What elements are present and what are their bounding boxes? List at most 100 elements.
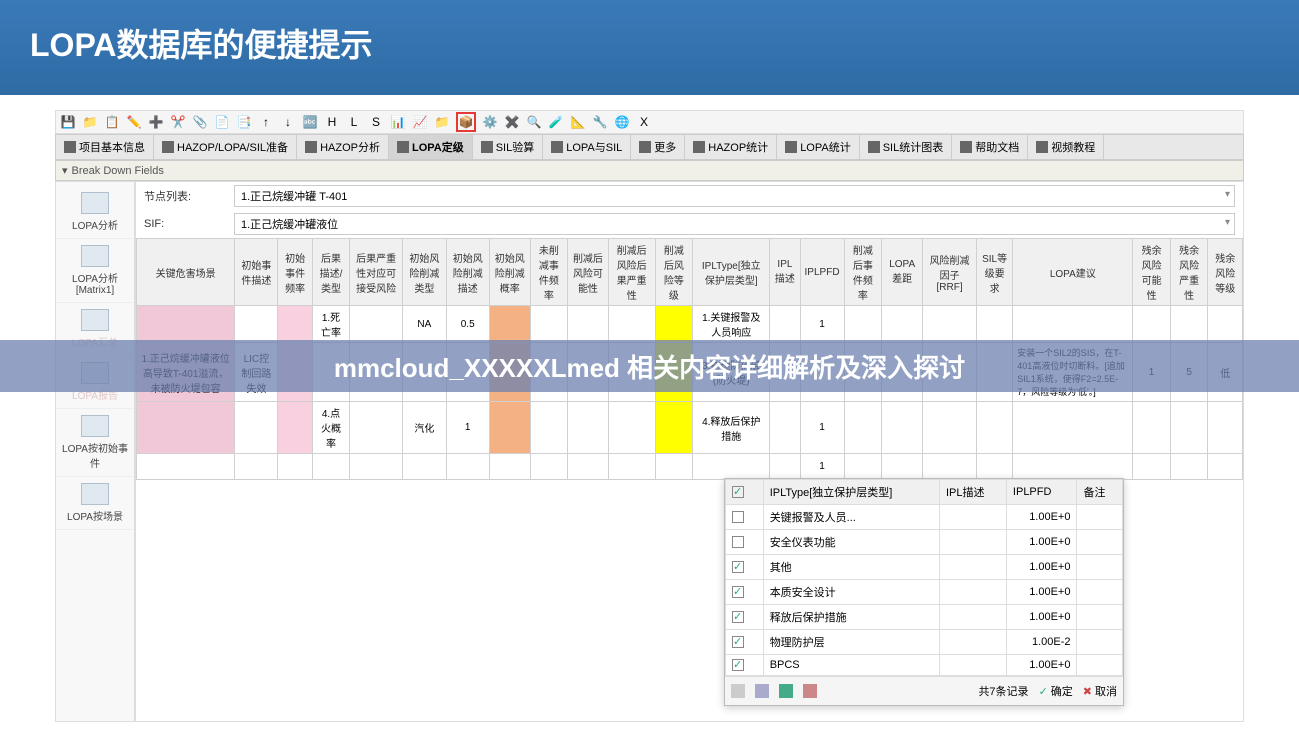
col-header[interactable]: 残余风险严重性 xyxy=(1170,239,1208,306)
cell[interactable] xyxy=(1013,402,1133,454)
sidebar-item[interactable]: LOPA按初始事件 xyxy=(56,409,134,477)
cell[interactable] xyxy=(655,454,693,480)
cell[interactable] xyxy=(137,454,235,480)
popup-row[interactable]: 安全仪表功能1.00E+0 xyxy=(726,529,1123,554)
toolbar-icon-9[interactable]: ↑ xyxy=(258,114,274,130)
cell[interactable] xyxy=(844,454,882,480)
cell[interactable] xyxy=(1013,306,1133,343)
cell[interactable] xyxy=(770,306,800,343)
cell[interactable]: 1.死亡率 xyxy=(312,306,349,343)
popup-row[interactable]: 本质安全设计1.00E+0 xyxy=(726,579,1123,604)
toolbar-icon-4[interactable]: ➕ xyxy=(148,114,164,130)
cell[interactable] xyxy=(882,454,923,480)
cell[interactable] xyxy=(235,402,278,454)
cell[interactable] xyxy=(350,454,403,480)
cell[interactable] xyxy=(882,402,923,454)
cell[interactable] xyxy=(1170,402,1208,454)
toolbar-icon-10[interactable]: ↓ xyxy=(280,114,296,130)
node-list-select[interactable]: 1.正己烷缓冲罐 T-401▾ xyxy=(234,185,1235,207)
checkbox-all[interactable] xyxy=(732,486,744,498)
cell[interactable] xyxy=(844,402,882,454)
sidebar-item[interactable]: LOPA分析 xyxy=(56,186,134,239)
cell[interactable] xyxy=(446,454,489,480)
col-header[interactable]: 后果严重性对应可接受风险 xyxy=(350,239,403,306)
cell[interactable] xyxy=(608,402,655,454)
copy-icon[interactable] xyxy=(731,684,745,698)
cell[interactable] xyxy=(489,454,530,480)
popup-col-header[interactable]: IPLPFD xyxy=(1006,479,1077,504)
row-checkbox[interactable] xyxy=(732,511,744,523)
cell[interactable]: 1 xyxy=(800,306,844,343)
toolbar-icon-1[interactable]: 📁 xyxy=(82,114,98,130)
col-header[interactable]: 初始事件描述 xyxy=(235,239,278,306)
cell[interactable] xyxy=(403,454,446,480)
cell[interactable] xyxy=(923,454,977,480)
cell[interactable] xyxy=(655,402,693,454)
popup-col-header[interactable]: 备注 xyxy=(1077,479,1123,504)
ok-button[interactable]: ✓确定 xyxy=(1039,683,1073,699)
col-header[interactable]: 后果描述/类型 xyxy=(312,239,349,306)
row-checkbox[interactable] xyxy=(732,611,744,623)
cell[interactable] xyxy=(770,454,800,480)
tools-icon[interactable] xyxy=(803,684,817,698)
popup-row[interactable]: 其他1.00E+0 xyxy=(726,554,1123,579)
cell[interactable] xyxy=(530,454,568,480)
cell[interactable]: 1 xyxy=(800,454,844,480)
toolbar-icon-22[interactable]: 🧪 xyxy=(548,114,564,130)
cell[interactable] xyxy=(489,402,530,454)
tab-项目基本信息[interactable]: 项目基本信息 xyxy=(56,135,154,159)
tab-HAZOP/LOPA/SIL准备[interactable]: HAZOP/LOPA/SIL准备 xyxy=(154,135,297,159)
cell[interactable] xyxy=(530,402,568,454)
tab-HAZOP分析[interactable]: HAZOP分析 xyxy=(297,135,389,159)
cell[interactable]: 1.关键报警及人员响应 xyxy=(693,306,770,343)
cell[interactable] xyxy=(137,402,235,454)
toolbar-icon-15[interactable]: 📊 xyxy=(390,114,406,130)
toolbar-icon-16[interactable]: 📈 xyxy=(412,114,428,130)
popup-row[interactable]: 物理防护层1.00E-2 xyxy=(726,629,1123,654)
cell[interactable] xyxy=(568,306,609,343)
popup-col-header[interactable]: IPL描述 xyxy=(939,479,1006,504)
popup-col-header[interactable]: IPLType[独立保护层类型] xyxy=(763,479,939,504)
toolbar-icon-2[interactable]: 📋 xyxy=(104,114,120,130)
toolbar-icon-25[interactable]: 🌐 xyxy=(614,114,630,130)
cell[interactable] xyxy=(1133,454,1171,480)
cell[interactable] xyxy=(693,454,770,480)
cell[interactable] xyxy=(608,454,655,480)
col-header[interactable]: LOPA差距 xyxy=(882,239,923,306)
cell[interactable] xyxy=(1170,454,1208,480)
cell[interactable] xyxy=(489,306,530,343)
col-header[interactable]: 残余风险等级 xyxy=(1208,239,1243,306)
popup-row[interactable]: 释放后保护措施1.00E+0 xyxy=(726,604,1123,629)
cell[interactable]: 4.点火概率 xyxy=(312,402,349,454)
tab-SIL统计图表[interactable]: SIL统计图表 xyxy=(860,135,953,159)
popup-row[interactable]: 关键报警及人员...1.00E+0 xyxy=(726,504,1123,529)
popup-row[interactable]: BPCS1.00E+0 xyxy=(726,654,1123,675)
cell[interactable] xyxy=(1208,402,1243,454)
sidebar-item[interactable]: LOPA按场景 xyxy=(56,477,134,530)
col-header[interactable]: 初始风险削减概率 xyxy=(489,239,530,306)
cell[interactable] xyxy=(608,306,655,343)
toolbar-icon-26[interactable]: X xyxy=(636,114,652,130)
toolbar-icon-21[interactable]: 🔍 xyxy=(526,114,542,130)
col-header[interactable]: 初始风险削减类型 xyxy=(403,239,446,306)
cell[interactable] xyxy=(278,454,312,480)
cell[interactable] xyxy=(844,306,882,343)
toolbar-icon-0[interactable]: 💾 xyxy=(60,114,76,130)
col-header[interactable]: 关键危害场景 xyxy=(137,239,235,306)
col-header[interactable]: LOPA建议 xyxy=(1013,239,1133,306)
table-row[interactable]: 4.点火概率汽化14.释放后保护措施1 xyxy=(137,402,1243,454)
sidebar-item[interactable]: LOPA分析[Matrix1] xyxy=(56,239,134,303)
tab-视频教程[interactable]: 视频教程 xyxy=(1028,135,1104,159)
cell[interactable] xyxy=(976,402,1012,454)
cell[interactable] xyxy=(137,306,235,343)
toolbar-icon-5[interactable]: ✂️ xyxy=(170,114,186,130)
toolbar-icon-13[interactable]: L xyxy=(346,114,362,130)
cell[interactable] xyxy=(923,402,977,454)
row-checkbox[interactable] xyxy=(732,586,744,598)
col-header[interactable]: 风险削减因子[RRF] xyxy=(923,239,977,306)
cell[interactable] xyxy=(278,306,312,343)
cell[interactable]: 4.释放后保护措施 xyxy=(693,402,770,454)
col-header[interactable]: 削减后风险等级 xyxy=(655,239,693,306)
tab-LOPA统计[interactable]: LOPA统计 xyxy=(777,135,860,159)
cell[interactable] xyxy=(976,306,1012,343)
